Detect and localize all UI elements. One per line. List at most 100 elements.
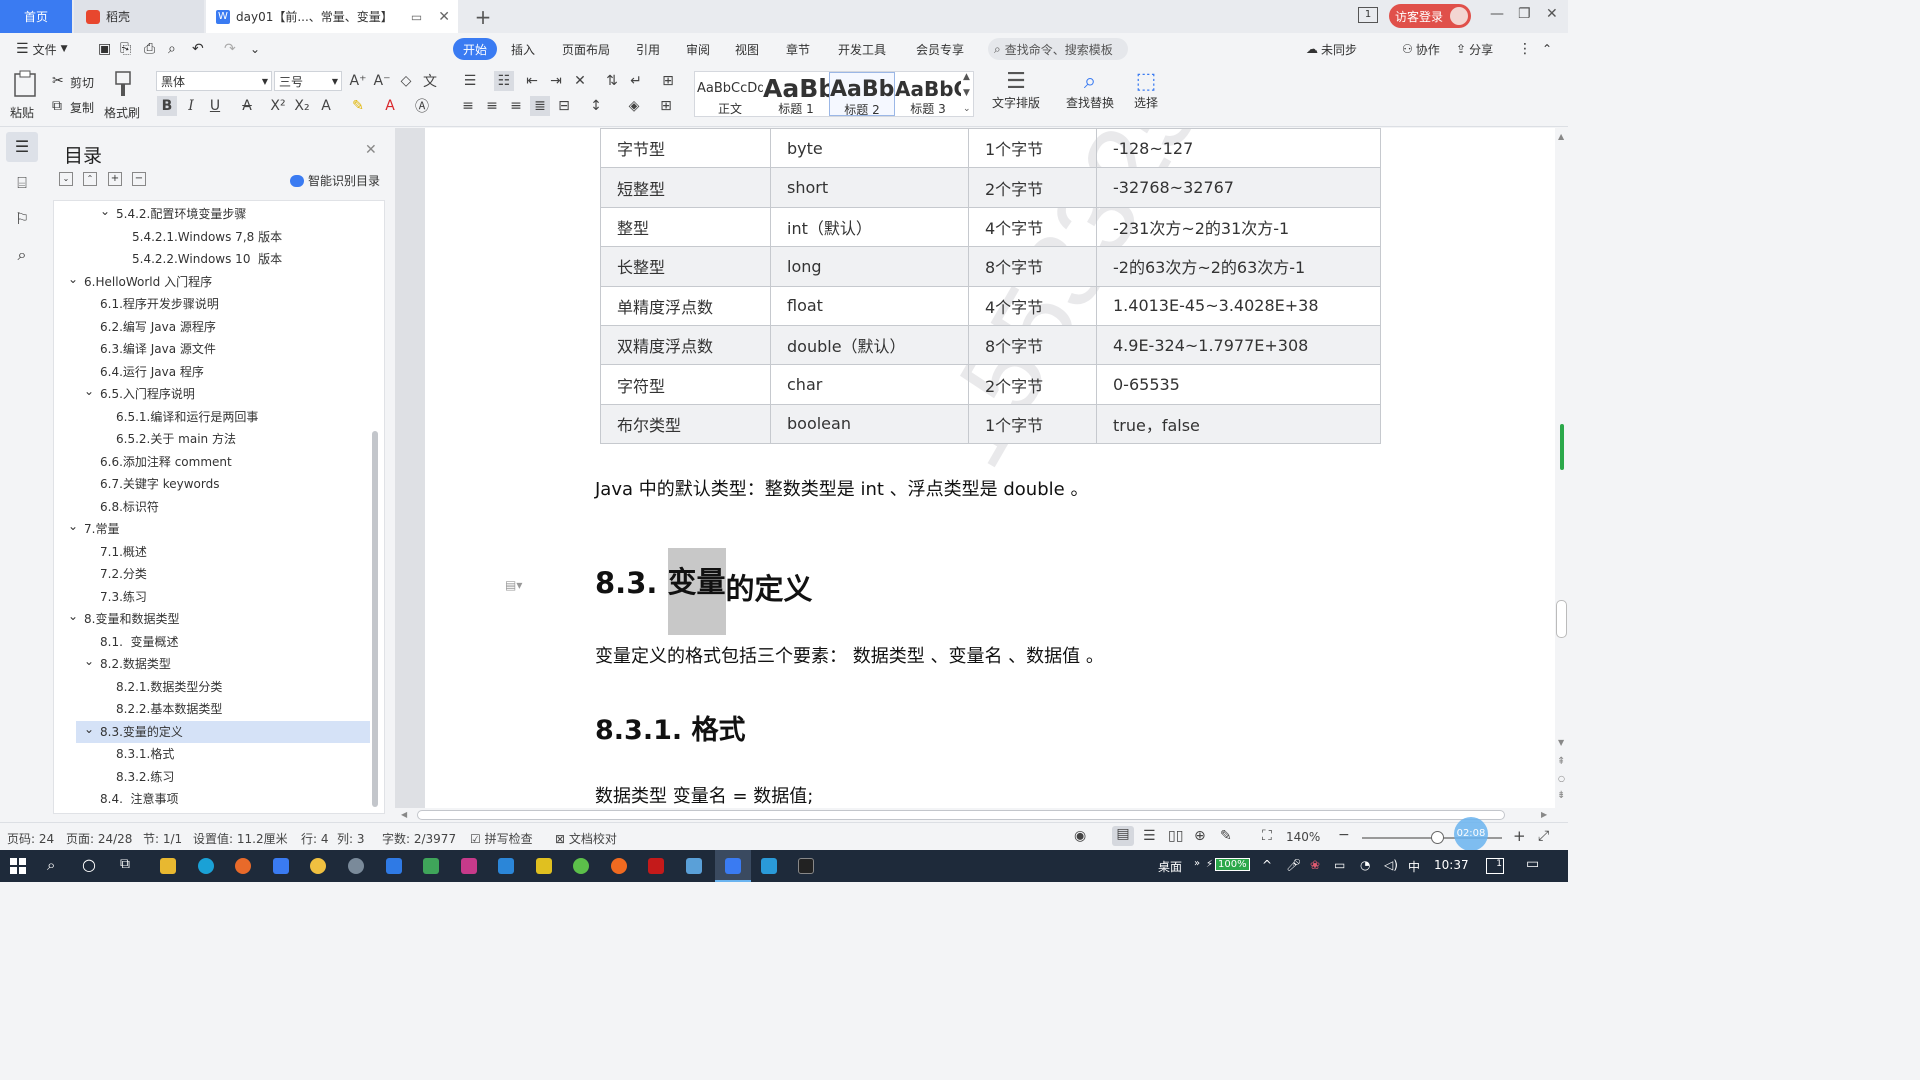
select-browse-icon[interactable]: ○ — [1558, 774, 1565, 783]
toc-item[interactable]: 7.3.练习 — [54, 586, 364, 608]
bold-icon[interactable]: B — [157, 96, 177, 116]
scroll-left-icon[interactable]: ◀ — [401, 810, 407, 819]
eye-protection-icon[interactable]: ◉ — [1074, 828, 1086, 844]
print-preview-icon[interactable]: ⌕ — [162, 38, 182, 60]
search-icon[interactable]: ⌕ — [6, 240, 38, 270]
collapse-one-level-icon[interactable]: ⌃ — [83, 172, 97, 186]
reading-view-icon[interactable]: ▯▯ — [1168, 828, 1183, 844]
chevron-down-icon[interactable]: ⌄ — [84, 650, 94, 672]
minimize-icon[interactable]: — — [1490, 6, 1504, 22]
align-center-icon[interactable]: ≡ — [482, 96, 502, 116]
sort-icon[interactable]: ⇅ — [602, 71, 622, 91]
file-explorer-icon[interactable] — [160, 858, 176, 874]
chevron-down-icon[interactable]: ⌄ — [84, 380, 94, 402]
chrome-icon[interactable] — [310, 858, 326, 874]
grow-font-icon[interactable]: A⁺ — [348, 71, 368, 91]
app-icon[interactable] — [573, 858, 589, 874]
copy-button[interactable]: ⧉ 复制 — [52, 98, 94, 115]
app-icon[interactable] — [536, 858, 552, 874]
status-word-count[interactable]: 字数: 2/3977 — [382, 830, 456, 847]
status-page-count[interactable]: 页面: 24/28 — [66, 830, 132, 847]
distribute-icon[interactable]: ⊟ — [554, 96, 574, 116]
sync-status[interactable]: ☁ 未同步 — [1300, 38, 1363, 60]
terminal-icon[interactable] — [798, 858, 814, 874]
toc-item[interactable]: 6.4.运行 Java 程序 — [54, 361, 364, 383]
more-icon[interactable]: ⋮ — [1512, 38, 1538, 60]
ribbon-tab-6[interactable]: 章节 — [780, 38, 816, 60]
smart-toc-button[interactable]: 智能识别目录 — [290, 172, 380, 189]
show-hidden-icons[interactable]: ^ — [1262, 858, 1272, 872]
app-icon[interactable] — [273, 858, 289, 874]
app-icon[interactable] — [611, 858, 627, 874]
toc-item[interactable]: 8.3.2.练习 — [54, 766, 364, 788]
app-icon[interactable] — [761, 858, 777, 874]
subscript-icon[interactable]: X₂ — [292, 96, 312, 116]
toc-item[interactable]: 6.2.编写 Java 源程序 — [54, 316, 364, 338]
tray-app-icon[interactable]: ❀ — [1310, 858, 1320, 872]
notification-icon[interactable]: 1 — [1486, 858, 1504, 874]
collab-button[interactable]: ⚇ 协作 — [1396, 38, 1446, 60]
scroll-right-icon[interactable]: ▶ — [1541, 810, 1547, 819]
zoom-level[interactable]: 140% — [1286, 830, 1320, 844]
ime-indicator[interactable]: 中 — [1408, 858, 1420, 875]
share-button[interactable]: ⇪ 分享 — [1450, 38, 1499, 60]
float-window-icon[interactable]: ▭ — [411, 10, 422, 24]
firefox-icon[interactable] — [235, 858, 251, 874]
wps-taskbar-button[interactable] — [715, 850, 751, 882]
expand-all-icon[interactable]: + — [108, 172, 122, 186]
prev-page-icon[interactable]: ⇞ — [1557, 756, 1565, 767]
toc-item[interactable]: 7.2.分类 — [54, 563, 364, 585]
superscript-icon[interactable]: X² — [268, 96, 288, 116]
gallery-scroll-up-icon[interactable]: ▲ — [963, 72, 970, 82]
vscode-icon[interactable] — [498, 858, 514, 874]
close-window-icon[interactable]: ✕ — [1546, 6, 1558, 22]
paste-button[interactable]: 粘贴 — [10, 70, 42, 122]
toc-panel-icon[interactable]: ☰ — [6, 132, 38, 162]
app-icon[interactable] — [386, 858, 402, 874]
action-center-icon[interactable]: ▭ — [1526, 856, 1539, 872]
align-right-icon[interactable]: ≡ — [506, 96, 526, 116]
app-icon[interactable] — [348, 858, 364, 874]
italic-icon[interactable]: I — [181, 96, 201, 116]
table-tools-icon[interactable]: ⊞ — [658, 71, 678, 91]
chevron-down-icon[interactable]: ⌄ — [84, 718, 94, 740]
collapse-ribbon-icon[interactable]: ⌃ — [1536, 38, 1558, 60]
proofread-button[interactable]: ⊠ 文档校对 — [555, 830, 617, 847]
chevron-icon[interactable]: » — [1194, 858, 1200, 869]
shrink-font-icon[interactable]: A⁻ — [372, 71, 392, 91]
zoom-in-icon[interactable]: + — [1513, 827, 1526, 845]
command-search[interactable]: ⌕ 查找命令、搜索模板 — [988, 38, 1128, 60]
toc-item[interactable]: 6.5.2.关于 main 方法 — [54, 428, 364, 450]
fullscreen-icon[interactable]: ⤢ — [1538, 828, 1549, 844]
bookmark-icon[interactable]: ⚐ — [6, 204, 38, 234]
toc-item[interactable]: 8.3.1.格式 — [54, 743, 364, 765]
new-tab-button[interactable]: + — [470, 0, 496, 33]
ribbon-tab-8[interactable]: 会员专享 — [910, 38, 970, 60]
horizontal-scrollbar[interactable]: ◀ ▶ — [395, 808, 1555, 822]
toc-item[interactable]: 5.4.2.1.Windows 7,8 版本 — [54, 226, 364, 248]
page-indicator-icon[interactable]: 1 — [1358, 7, 1378, 23]
chinese-layout-icon[interactable]: ✕ — [570, 71, 590, 91]
font-family-select[interactable]: 黑体 ▼ — [156, 71, 272, 91]
windows-start-icon[interactable] — [10, 858, 26, 874]
zoom-out-icon[interactable]: − — [1338, 827, 1350, 843]
tab-document[interactable]: W day01【前...、常量、变量】 ▭ ✕ — [206, 0, 458, 33]
tab-daoke[interactable]: 稻壳 — [74, 0, 204, 33]
format-painter-button[interactable]: 格式刷 — [104, 70, 144, 122]
battery-icon[interactable]: ▭ — [1334, 858, 1345, 872]
vertical-scrollbar[interactable]: ▲ ▼ ⇞ ○ ⇟ — [1555, 128, 1568, 808]
find-replace-button[interactable]: ⌕ 查找替换 — [1062, 69, 1118, 123]
edge-icon[interactable] — [198, 858, 214, 874]
font-size-select[interactable]: 三号 ▼ — [274, 71, 342, 91]
chevron-down-icon[interactable]: ⌄ — [68, 515, 78, 537]
app-icon[interactable] — [686, 858, 702, 874]
expand-one-level-icon[interactable]: ⌄ — [59, 172, 73, 186]
toc-item[interactable]: 6.6.添加注释 comment — [54, 451, 364, 473]
highlight-icon[interactable]: ✎ — [348, 96, 368, 116]
toc-item[interactable]: 8.2.1.数据类型分类 — [54, 676, 364, 698]
ribbon-tab-2[interactable]: 页面布局 — [556, 38, 616, 60]
style-item-0[interactable]: AaBbCcDd 正文 — [697, 72, 763, 116]
toc-scrollbar-thumb[interactable] — [372, 431, 378, 807]
show-marks-icon[interactable]: ↵ — [626, 71, 646, 91]
app-icon[interactable] — [648, 858, 664, 874]
